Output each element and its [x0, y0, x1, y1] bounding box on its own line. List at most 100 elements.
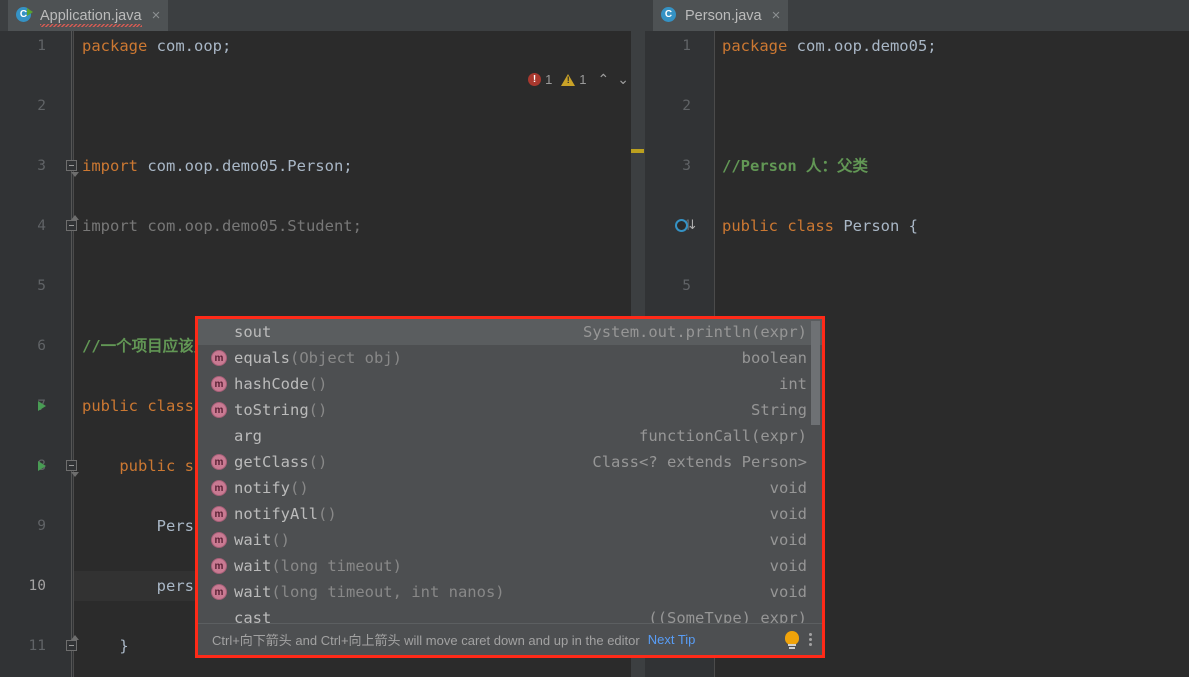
error-icon: ! — [528, 73, 542, 86]
completion-item-params: () — [308, 375, 328, 393]
completion-item[interactable]: m wait (long timeout) void — [198, 553, 822, 579]
warning-marker[interactable] — [631, 149, 644, 153]
completion-scrollbar[interactable] — [811, 321, 820, 425]
run-arrow-icon[interactable] — [38, 401, 46, 411]
code-line[interactable]: 2 — [645, 91, 1189, 121]
tab-person-java[interactable]: C Person.java × — [653, 0, 789, 34]
completion-item[interactable]: m notify() void — [198, 475, 822, 501]
code-token: public — [722, 217, 778, 235]
line-number: 3 — [37, 158, 46, 174]
completion-item[interactable]: m equals (Object obj) boolean — [198, 345, 822, 371]
completion-item[interactable]: m hashCode() int — [198, 371, 822, 397]
code-line[interactable]: 5 — [0, 271, 645, 301]
code-text: package com.oop; — [82, 31, 231, 61]
line-number: 6 — [37, 338, 46, 354]
completion-item[interactable]: m wait (long timeout, int nanos) void — [198, 579, 822, 605]
completion-item[interactable]: arg functionCall(expr) — [198, 423, 822, 449]
java-class-icon: C — [661, 7, 678, 24]
completion-item-type: Class<? extends Person> — [592, 453, 807, 471]
line-number: 4 — [37, 218, 46, 234]
code-token: import — [82, 157, 138, 175]
completion-list[interactable]: sout System.out.println(expr) m equals (Obje… — [198, 319, 822, 627]
code-token: public — [82, 397, 138, 415]
completion-item-type: System.out.println(expr) — [583, 323, 807, 341]
method-icon: m — [211, 350, 227, 366]
completion-item-name: wait — [234, 583, 272, 601]
completion-item-type: void — [769, 479, 807, 497]
next-tip-link[interactable]: Next Tip — [648, 632, 696, 647]
method-icon: m — [211, 506, 227, 522]
warning-count: 1 — [579, 72, 587, 87]
close-icon[interactable]: × — [772, 8, 781, 23]
completion-item-type: void — [769, 531, 807, 549]
completion-item-params: (long timeout) — [271, 557, 402, 575]
code-completion-popup[interactable]: sout System.out.println(expr) m equals (Obje… — [195, 316, 825, 658]
previous-problem-icon[interactable]: ⌃ — [596, 71, 612, 88]
method-icon: m — [211, 532, 227, 548]
right-tab-strip: C Person.java × — [645, 0, 1189, 34]
code-token: Person { — [834, 217, 919, 235]
code-line[interactable]: 3 //Person 人：父类 — [645, 151, 1189, 181]
tab-application-java[interactable]: C Application.java × — [8, 0, 169, 34]
completion-item-name: notify — [234, 479, 290, 497]
code-line[interactable]: 4 import com.oop.demo05.Student; — [0, 211, 645, 241]
completion-item-name: wait — [234, 557, 272, 575]
fold-toggle-icon[interactable] — [66, 160, 79, 177]
code-token: com.oop; — [147, 37, 232, 55]
line-number: 10 — [28, 578, 46, 594]
code-token: } — [82, 637, 129, 655]
completion-item[interactable]: m getClass() Class<? extends Person> — [198, 449, 822, 475]
code-line[interactable]: 2 — [0, 91, 645, 121]
code-line[interactable]: 5 — [645, 271, 1189, 301]
completion-item[interactable]: m notifyAll() void — [198, 501, 822, 527]
fold-toggle-icon[interactable] — [66, 635, 79, 651]
method-icon: m — [211, 376, 227, 392]
code-token: class — [787, 217, 835, 235]
inspection-widget[interactable]: ! 1 1 ⌃ ⌄ — [528, 71, 631, 88]
warning-icon — [561, 73, 576, 86]
code-line[interactable]: 1 package com.oop.demo05; — [645, 31, 1189, 61]
completion-item-type: boolean — [741, 349, 807, 367]
completion-item-params: () — [271, 531, 290, 549]
line-number: 1 — [37, 38, 46, 54]
implemented-by-icon[interactable]: ↓ — [675, 219, 701, 233]
code-line[interactable]: 3 import com.oop.demo05.Person; — [0, 151, 645, 181]
code-token: com.oop.demo05.Person; — [138, 157, 353, 175]
completion-item[interactable]: m wait() void — [198, 527, 822, 553]
completion-footer: Ctrl+向下箭头 and Ctrl+向上箭头 will move caret … — [198, 623, 822, 655]
right-code-lines: 1package com.oop.demo05;23//Person 人：父类4… — [645, 31, 1189, 414]
completion-item-type: ((SomeType) expr) — [648, 609, 807, 623]
tab-person-java-label: Person.java — [685, 7, 762, 24]
completion-item-type: void — [769, 505, 807, 523]
line-number: 2 — [682, 98, 691, 114]
fold-toggle-icon[interactable] — [66, 215, 79, 231]
code-line[interactable]: 4↓public class Person { — [645, 211, 1189, 241]
completion-item-name: hashCode — [234, 375, 309, 393]
selection-highlight — [715, 271, 1189, 301]
completion-item-name: getClass — [234, 453, 309, 471]
completion-item[interactable]: sout System.out.println(expr) — [198, 319, 822, 345]
code-text: public class Person { — [722, 211, 918, 241]
tip-text: Ctrl+向下箭头 and Ctrl+向上箭头 will move caret … — [212, 633, 640, 648]
run-arrow-icon[interactable] — [38, 461, 46, 471]
line-number: 11 — [28, 638, 46, 654]
kebab-menu-icon[interactable] — [809, 633, 812, 646]
error-count: 1 — [545, 72, 553, 87]
completion-item[interactable]: m toString() String — [198, 397, 822, 423]
completion-item-partial[interactable]: cast ((SomeType) expr) — [198, 605, 822, 623]
java-class-runnable-icon: C — [16, 7, 33, 24]
left-tab-strip: C Application.java × — [0, 0, 645, 34]
lightbulb-icon[interactable] — [784, 630, 800, 649]
completion-item-name: notifyAll — [234, 505, 318, 523]
close-icon[interactable]: × — [152, 8, 161, 23]
code-text: } — [82, 631, 129, 661]
code-token: com.oop.demo05; — [787, 37, 937, 55]
completion-item-type: String — [751, 401, 807, 419]
line-number: 1 — [682, 38, 691, 54]
code-line[interactable]: 1 package com.oop; — [0, 31, 645, 61]
next-problem-icon[interactable]: ⌄ — [615, 71, 631, 88]
fold-toggle-icon[interactable] — [66, 460, 79, 477]
